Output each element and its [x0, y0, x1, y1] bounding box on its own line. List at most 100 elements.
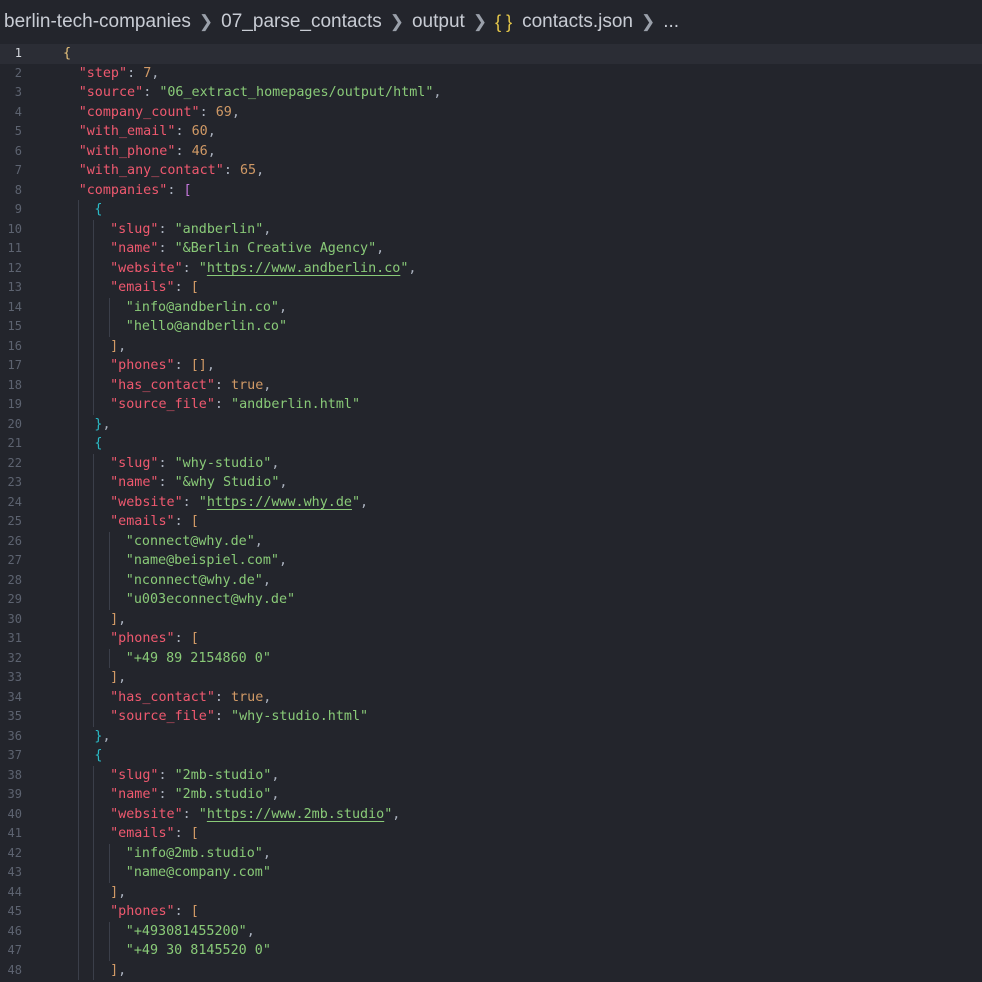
code-line[interactable]: 24 "website": "https://www.why.de",	[0, 492, 982, 512]
code-line[interactable]: 11 "name": "&Berlin Creative Agency",	[0, 239, 982, 259]
indent-guide	[109, 317, 111, 337]
code-text: "+49 89 2154860 0"	[126, 649, 271, 669]
code-line[interactable]: 42 "info@2mb.studio",	[0, 843, 982, 863]
code-line[interactable]: 2 "step": 7,	[0, 64, 982, 84]
code-line[interactable]: 41 "emails": [	[0, 824, 982, 844]
json-literal: 46	[191, 143, 208, 159]
breadcrumb-item-output[interactable]: output	[412, 11, 465, 33]
code-line[interactable]: 37 {	[0, 746, 982, 766]
code-line[interactable]: 8 "companies": [	[0, 181, 982, 201]
json-string: "connect@why.de"	[125, 533, 255, 549]
code-line[interactable]: 22 "slug": "why-studio",	[0, 453, 982, 473]
code-line[interactable]: 45 "phones": [	[0, 902, 982, 922]
code-line[interactable]: 34 "has_contact": true,	[0, 687, 982, 707]
breadcrumb-item-folder[interactable]: 07_parse_contacts	[221, 11, 382, 33]
line-number: 36	[7, 728, 22, 743]
code-line[interactable]: 25 "emails": [	[0, 512, 982, 532]
json-string: "hello@andberlin.co"	[125, 319, 288, 334]
code-line[interactable]: 17 "phones": [],	[0, 356, 982, 376]
code-line[interactable]: 4 "company_count": 69,	[0, 103, 982, 123]
code-line[interactable]: 1{	[0, 44, 982, 64]
indent-guide	[77, 297, 79, 317]
indent-guide	[93, 960, 95, 980]
code-text: "with_email": 60,	[79, 122, 216, 142]
code-line[interactable]: 3 "source": "06_extract_homepages/output/…	[0, 83, 982, 103]
json-bracket: ]	[110, 670, 119, 685]
line-number: 1	[14, 46, 22, 60]
indent-guide	[109, 551, 111, 571]
code-line[interactable]: 36},	[0, 726, 982, 746]
json-key: "emails"	[110, 280, 175, 295]
code-line[interactable]: 18 "has_contact": true,	[0, 375, 982, 396]
json-bracket: {	[94, 748, 103, 763]
code-line[interactable]: 30],	[0, 609, 982, 629]
code-text: "name@beispiel.com",	[126, 551, 287, 571]
indent-guide	[93, 356, 95, 376]
indent-guide	[77, 785, 79, 805]
json-punctuation: ,	[231, 104, 240, 120]
json-url-link[interactable]: https://www.2mb.studio	[207, 807, 384, 822]
code-line[interactable]: 39 "name": "2mb.studio",	[0, 785, 982, 805]
indent-guide	[93, 239, 95, 259]
code-text: "emails": [	[110, 512, 199, 532]
json-punctuation: :	[158, 787, 175, 802]
json-url-link[interactable]: https://www.andberlin.co	[207, 261, 400, 276]
code-line[interactable]: 26 "connect@why.de",	[0, 531, 982, 551]
line-number: 20	[7, 416, 22, 431]
code-line[interactable]: 16],	[0, 336, 982, 356]
code-line[interactable]: 38 "slug": "2mb-studio",	[0, 765, 982, 785]
code-line[interactable]: 5 "with_email": 60,	[0, 122, 982, 142]
code-line[interactable]: 20},	[0, 414, 982, 434]
code-line[interactable]: 13 "emails": [	[0, 278, 982, 298]
indent-guide	[77, 765, 79, 785]
json-url-link[interactable]: https://www.why.de	[207, 495, 352, 510]
json-string: "2mb.studio"	[174, 787, 272, 802]
code-line[interactable]: 35 "source_file": "why-studio.html"	[0, 707, 982, 727]
json-bracket: [	[183, 182, 192, 198]
code-line[interactable]: 43 "name@company.com"	[0, 863, 982, 883]
code-line[interactable]: 32 "+49 89 2154860 0"	[0, 648, 982, 669]
code-editor[interactable]: 1{2 "step": 7, 3 "source": "06_extract_home…	[0, 44, 982, 980]
line-number: 28	[7, 572, 22, 587]
json-punctuation: :	[175, 143, 192, 159]
breadcrumb-item-symbols[interactable]: ...	[663, 11, 679, 33]
code-line[interactable]: 19 "source_file": "andberlin.html"	[0, 395, 982, 415]
code-line[interactable]: 14 "info@andberlin.co",	[0, 297, 982, 317]
breadcrumb-item-project[interactable]: berlin-tech-companies	[4, 11, 191, 33]
json-string: "u003econnect@why.de"	[125, 592, 296, 607]
json-punctuation: :	[174, 631, 191, 646]
json-key: "website"	[110, 260, 183, 276]
code-text: "name": "&Berlin Creative Agency",	[110, 239, 384, 259]
code-line[interactable]: 33],	[0, 668, 982, 688]
code-line[interactable]: 28 "nconnect@why.de",	[0, 570, 982, 590]
code-line[interactable]: 21 {	[0, 434, 982, 454]
code-line[interactable]: 12 "website": "https://www.andberlin.co",	[0, 258, 982, 278]
code-line[interactable]: 47 "+49 30 8145520 0"	[0, 941, 982, 961]
indent-guide	[109, 843, 111, 863]
breadcrumb-item-file[interactable]: contacts.json	[522, 11, 633, 33]
json-punctuation: ,	[376, 241, 385, 256]
indent-guide	[77, 473, 79, 493]
indent-guide	[93, 473, 95, 493]
code-text: {	[94, 746, 102, 766]
code-text: "name@company.com"	[126, 863, 271, 883]
json-bracket: [	[190, 514, 199, 529]
code-line[interactable]: 15 "hello@andberlin.co"	[0, 317, 982, 337]
code-line[interactable]: 31 "phones": [	[0, 629, 982, 649]
code-line[interactable]: 40 "website": "https://www.2mb.studio",	[0, 804, 982, 824]
code-text: "has_contact": true,	[110, 376, 271, 396]
code-line[interactable]: 6 "with_phone": 46,	[0, 142, 982, 162]
code-line[interactable]: 23 "name": "&why Studio",	[0, 473, 982, 493]
code-line[interactable]: 48],	[0, 960, 982, 980]
code-line[interactable]: 10 "slug": "andberlin",	[0, 219, 982, 239]
json-punctuation: :	[214, 377, 232, 393]
json-punctuation: ,	[263, 689, 272, 705]
code-line[interactable]: 46 "+493081455200",	[0, 921, 982, 941]
code-line[interactable]: 7 "with_any_contact": 65,	[0, 161, 982, 181]
code-text: "u003econnect@why.de"	[126, 590, 295, 610]
code-line[interactable]: 9{	[0, 200, 982, 220]
code-line[interactable]: 44],	[0, 882, 982, 902]
code-line[interactable]: 29 "u003econnect@why.de"	[0, 590, 982, 610]
json-bracket: ]	[110, 884, 119, 900]
code-line[interactable]: 27 "name@beispiel.com",	[0, 551, 982, 571]
